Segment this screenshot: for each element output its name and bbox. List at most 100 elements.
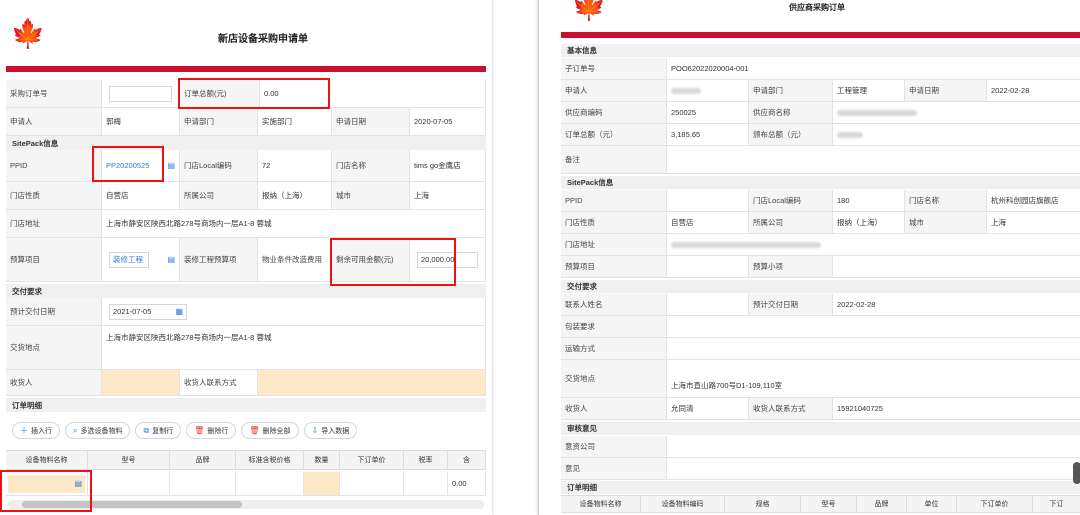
trash-icon: 🗑 [194, 426, 205, 435]
ppid-link[interactable]: PP20200525 [106, 161, 149, 170]
copy-icon: ⧉ [143, 425, 150, 435]
brand-cell[interactable] [170, 472, 236, 495]
col-header: 含 [448, 451, 486, 469]
receiver-contact-value: 15921040725 [833, 398, 1080, 419]
city-value: 上海 [410, 182, 486, 209]
delivery-date-label: 预计交付日期 [6, 298, 102, 325]
order-no-field[interactable] [102, 80, 180, 107]
order-no-input[interactable] [109, 85, 172, 102]
form-title: 新店设备采购申请单 [218, 34, 308, 45]
receiver-input[interactable] [102, 370, 180, 395]
approve-company-value[interactable] [667, 436, 1080, 457]
remaining-field[interactable]: 20,000.00 [410, 238, 486, 281]
qty-cell[interactable] [304, 472, 340, 495]
supplier-name-value [833, 102, 1080, 123]
local-code-label: 门店Local编码 [749, 190, 833, 211]
delivery-place-value[interactable]: 上海市静安区陕西北路278号商场内一层A1-8 蓉城 [102, 326, 486, 369]
date-label: 申请日期 [905, 80, 987, 101]
picker-icon[interactable]: ▤ [167, 255, 175, 264]
insert-row-button[interactable]: ＋插入行 [12, 422, 60, 439]
model-cell[interactable] [88, 472, 170, 495]
form-row: 预计交付日期 2021-07-05 ▦ [6, 298, 486, 326]
horizontal-scrollbar[interactable] [8, 500, 484, 509]
material-name-cell[interactable]: ▤ [6, 472, 88, 495]
sitepack-section: SitePack信息 [6, 136, 486, 150]
address-value: 上海市静安区陕西北路278号商场内一层A1-8 蓉城 [102, 210, 486, 237]
tax-cell[interactable] [404, 472, 448, 495]
repair-budget-label: 装修工程预算项 [180, 238, 258, 281]
budget-field[interactable]: 装修工程 ▤ [102, 238, 180, 281]
picker-icon[interactable]: ▤ [74, 479, 82, 488]
budget-sub-label: 预算小项 [749, 256, 833, 277]
city-label: 城市 [332, 182, 410, 209]
header-divider [6, 66, 486, 72]
store-name-value: tims go金鹰店 [410, 150, 486, 181]
order-no-label: 采购订单号 [6, 80, 102, 107]
delivery-section: 交付要求 [6, 284, 486, 298]
opinion-value[interactable] [667, 458, 1080, 479]
property-label: 物业条件改造费用 [258, 238, 332, 281]
remaining-input[interactable]: 20,000.00 [417, 251, 478, 268]
copy-row-button[interactable]: ⧉ 复制行 [135, 422, 182, 439]
btn-label: 删除行 [207, 427, 229, 435]
delete-all-button[interactable]: 🗑 删除全部 [241, 422, 299, 439]
col-header: 设备物料名称 [561, 496, 641, 512]
unit-price-cell[interactable] [340, 472, 404, 495]
btn-label: 多选设备物料 [80, 427, 123, 435]
vertical-scroll-handle[interactable] [1073, 462, 1080, 484]
delete-row-button[interactable]: 🗑 删除行 [186, 422, 237, 439]
budget-input[interactable]: 装修工程 [109, 251, 149, 268]
total-cell: 0.00 [448, 472, 486, 495]
local-code-value: 180 [833, 190, 905, 211]
col-header: 设备物料名称 [6, 451, 88, 469]
tims-logo: 🍁 [569, 0, 609, 20]
delivery-date-input[interactable]: 2021-07-05 ▦ [109, 303, 187, 320]
form-row: 申请人 申请部门 工程管理 申请日期 2022-02-28 [561, 80, 1080, 102]
import-button[interactable]: ⇩ 导入数据 [303, 422, 358, 439]
form-row: 子订单号 POO62022020004-001 [561, 58, 1080, 80]
form-title: 供应商采购订单 [789, 3, 845, 12]
calendar-icon[interactable]: ▦ [175, 307, 183, 316]
form-row: 预算项目 预算小项 [561, 256, 1080, 278]
blurred-value [837, 131, 863, 138]
col-header: 品牌 [170, 451, 236, 469]
form-row: 意资公司 [561, 436, 1080, 458]
supplier-purchase-order: 🍁 供应商采购订单 基本信息 子订单号 POO62022020004-001 申… [538, 0, 1080, 515]
maple-leaf-icon: 🍁 [571, 0, 607, 21]
form-row: 预算项目 装修工程 ▤ 装修工程预算项 物业条件改造费用 剩余可用金额(元) 20… [6, 238, 486, 282]
multi-select-button[interactable]: ⌕ 多选设备物料 [65, 422, 131, 439]
supplier-name-label: 供应商名称 [749, 102, 833, 123]
ppid-value [667, 190, 749, 211]
form-row: 运输方式 [561, 338, 1080, 360]
form-row: 申请人 郭梅 申请部门 实施部门 申请日期 2020-07-05 [6, 108, 486, 136]
contact-value [667, 294, 749, 315]
address-value [667, 234, 1080, 255]
form-row: 收货人 收货人联系方式 [6, 370, 486, 396]
order-total-label: 订单总额(元) [180, 80, 260, 107]
receiver-contact-input[interactable] [258, 370, 486, 395]
price-cell[interactable] [236, 472, 304, 495]
delivery-place-label: 交货地点 [6, 326, 102, 369]
trash-icon: 🗑 [249, 426, 260, 435]
sitepack-section: SitePack信息 [561, 176, 1080, 189]
remark-value[interactable] [667, 146, 1080, 173]
ppid-field[interactable]: PP20200525 ▤ [102, 150, 180, 181]
budget-link[interactable]: 装修工程 [113, 254, 143, 265]
form-row: 门店地址 [561, 234, 1080, 256]
detail-grid-header: 设备物料名称 型号 品牌 标准含税价格 数量 下订单价 税率 含 [6, 450, 486, 470]
picker-icon[interactable]: ▤ [167, 161, 175, 170]
order-total-label: 订单总额（元） [561, 124, 667, 145]
col-header: 税率 [404, 451, 448, 469]
store-type-value: 自营店 [102, 182, 180, 209]
header-divider [561, 32, 1080, 38]
btn-label: 导入数据 [321, 427, 350, 435]
blurred-value [671, 87, 701, 94]
scroll-thumb[interactable] [22, 501, 242, 508]
approve-company-label: 意资公司 [561, 436, 667, 457]
blurred-value [837, 109, 917, 116]
order-total-value: 0.00 [260, 80, 486, 107]
receiver-contact-label: 收货人联系方式 [749, 398, 833, 419]
ppid-label: PPID [561, 190, 667, 211]
delivery-date-field[interactable]: 2021-07-05 ▦ [102, 298, 486, 325]
form-row: PPID PP20200525 ▤ 门店Local编码 72 门店名称 tims … [6, 150, 486, 182]
